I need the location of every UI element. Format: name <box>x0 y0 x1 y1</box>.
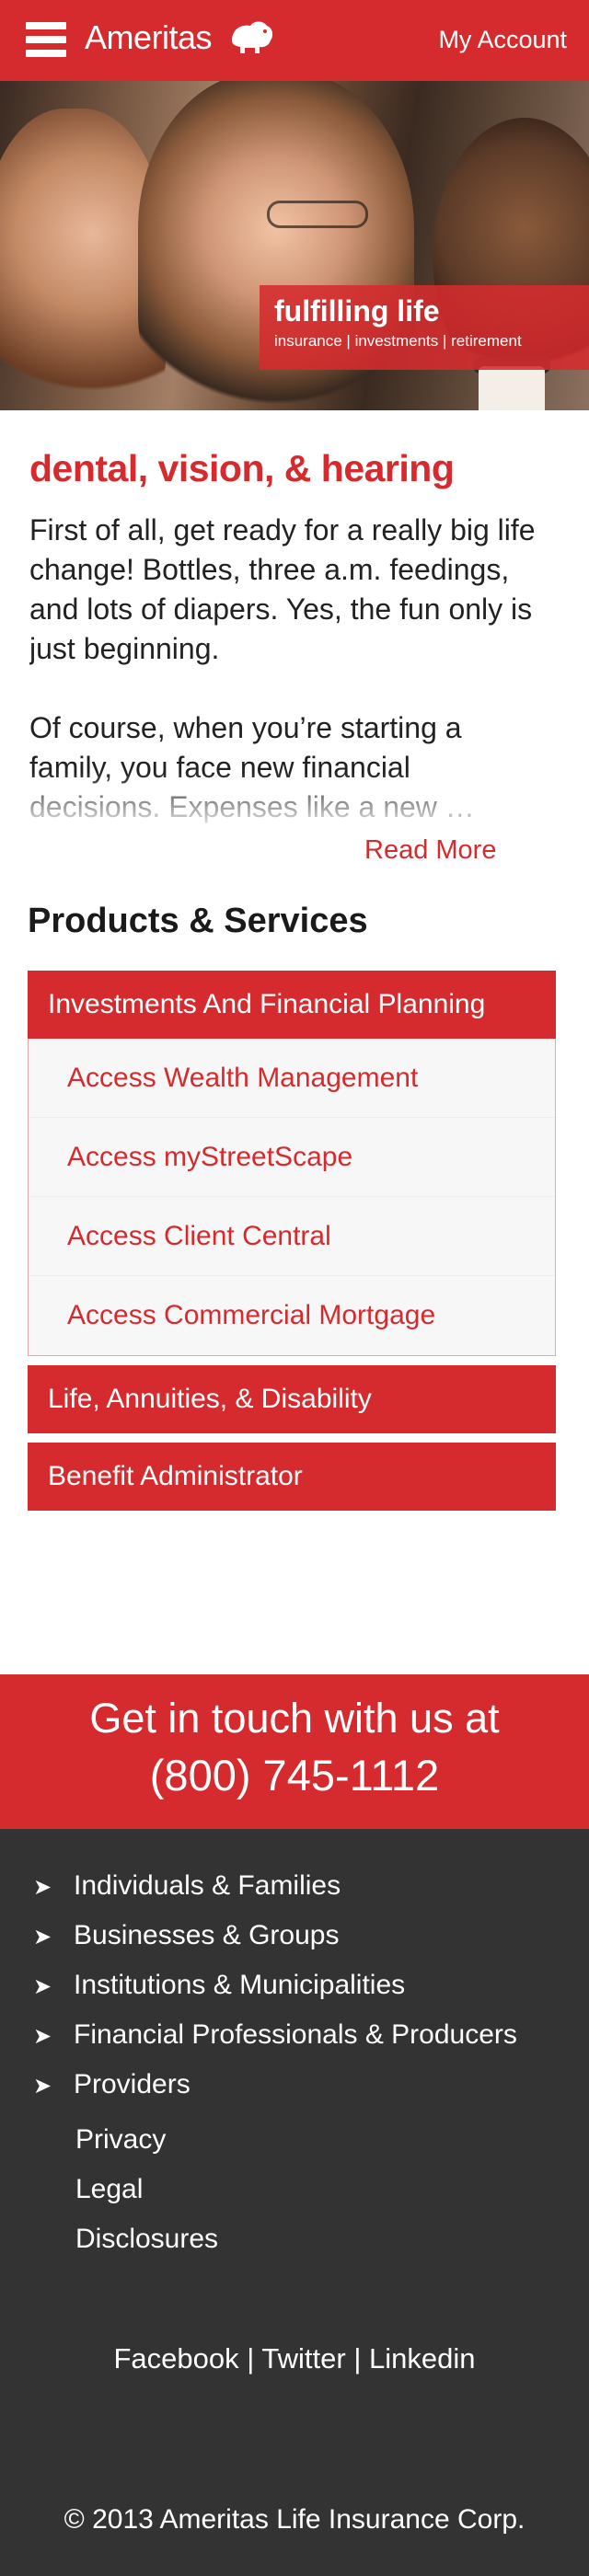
hero-banner: fulfilling life insurance | investments … <box>0 81 589 410</box>
social-separator: | <box>247 2342 255 2375</box>
social-separator: | <box>353 2342 362 2375</box>
brand-logo[interactable]: Ameritas <box>85 18 213 57</box>
accordion-investments[interactable]: Investments And Financial Planning <box>28 971 556 1039</box>
article-title: dental, vision, & hearing <box>29 447 455 489</box>
article-fade <box>29 772 545 827</box>
privacy-link[interactable]: Privacy <box>75 2122 218 2171</box>
disclosures-link[interactable]: Disclosures <box>75 2221 218 2271</box>
products-accordion: Investments And Financial Planning Acces… <box>28 971 556 1511</box>
menu-icon[interactable] <box>26 22 66 57</box>
legal-link[interactable]: Legal <box>75 2171 218 2221</box>
footer-nav-financial-professionals[interactable]: ➤ Financial Professionals & Producers <box>33 2017 517 2066</box>
site-footer: ➤ Individuals & Families ➤ Businesses & Gr… <box>0 1829 589 2576</box>
footer-nav: ➤ Individuals & Families ➤ Businesses & Gr… <box>33 1868 517 2116</box>
my-account-link[interactable]: My Account <box>438 26 567 54</box>
footer-nav-institutions[interactable]: ➤ Institutions & Municipalities <box>33 1967 517 2017</box>
article-paragraph: First of all, get ready for a really big… <box>29 513 536 665</box>
products-heading: Products & Services <box>28 902 368 940</box>
phone-number-link[interactable]: (800) 745-1112 <box>0 1750 589 1800</box>
coffee-cup <box>479 366 545 410</box>
client-central-link[interactable]: Access Client Central <box>29 1197 555 1276</box>
footer-nav-label: Financial Professionals & Producers <box>74 2019 517 2050</box>
arrow-right-icon: ➤ <box>33 2074 52 2099</box>
twitter-link[interactable]: Twitter <box>261 2342 345 2375</box>
accordion-life-annuities[interactable]: Life, Annuities, & Disability <box>28 1365 556 1433</box>
contact-banner: Get in touch with us at (800) 745-1112 <box>0 1674 589 1829</box>
linkedin-link[interactable]: Linkedin <box>369 2342 475 2375</box>
facebook-link[interactable]: Facebook <box>114 2342 239 2375</box>
footer-nav-businesses[interactable]: ➤ Businesses & Groups <box>33 1917 517 1967</box>
arrow-right-icon: ➤ <box>33 2024 52 2049</box>
footer-nav-label: Individuals & Families <box>74 1870 341 1901</box>
footer-nav-label: Institutions & Municipalities <box>74 1970 406 2000</box>
wealth-management-link[interactable]: Access Wealth Management <box>29 1039 555 1118</box>
hero-photo-glasses <box>267 201 368 228</box>
site-header: Ameritas My Account <box>0 0 589 81</box>
accordion-investments-panel: Access Wealth Management Access myStreet… <box>28 1039 556 1356</box>
article-body: First of all, get ready for a really big… <box>29 511 545 827</box>
footer-nav-providers[interactable]: ➤ Providers <box>33 2066 517 2116</box>
article: dental, vision, & hearing First of all, … <box>29 447 545 827</box>
social-links: Facebook | Twitter | Linkedin <box>0 2342 589 2375</box>
commercial-mortgage-link[interactable]: Access Commercial Mortgage <box>29 1276 555 1355</box>
footer-legal: Privacy Legal Disclosures <box>75 2122 218 2271</box>
accordion-benefit-administrator[interactable]: Benefit Administrator <box>28 1443 556 1511</box>
mystreetscape-link[interactable]: Access myStreetScape <box>29 1118 555 1197</box>
hero-caption: fulfilling life insurance | investments … <box>260 285 589 370</box>
copyright-text: © 2013 Ameritas Life Insurance Corp. <box>64 2504 525 2535</box>
footer-nav-label: Providers <box>74 2069 191 2099</box>
footer-nav-individuals[interactable]: ➤ Individuals & Families <box>33 1868 517 1917</box>
hero-subtitle: insurance | investments | retirement <box>274 332 522 350</box>
contact-text: Get in touch with us at <box>89 1695 500 1742</box>
arrow-right-icon: ➤ <box>33 1925 52 1949</box>
arrow-right-icon: ➤ <box>33 1974 52 1999</box>
read-more-link[interactable]: Read More <box>364 835 496 866</box>
footer-nav-label: Businesses & Groups <box>74 1920 340 1950</box>
bison-logo-icon <box>232 21 273 53</box>
hero-title: fulfilling life <box>274 294 440 328</box>
arrow-right-icon: ➤ <box>33 1875 52 1900</box>
